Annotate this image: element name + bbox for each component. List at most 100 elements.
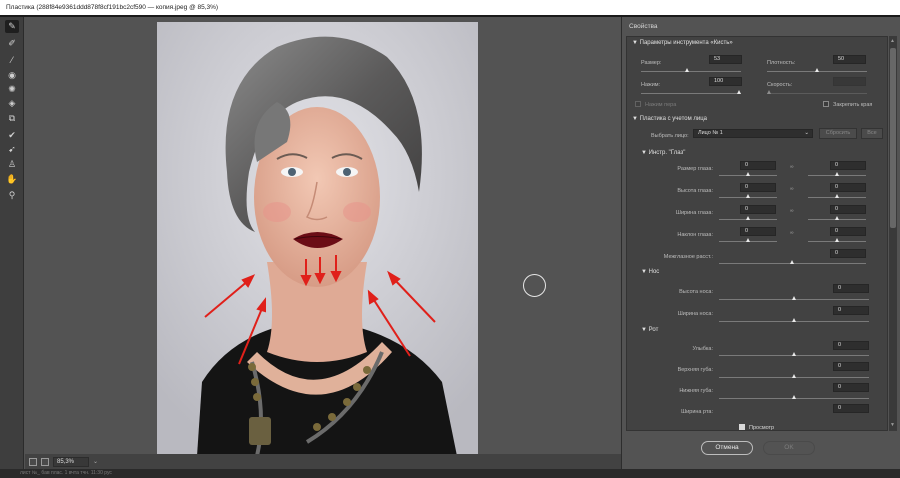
scroll-up-icon[interactable]: ▲ [890, 38, 895, 44]
twirl-tool-icon[interactable]: ◉ [5, 69, 19, 82]
eye-width-right-input[interactable]: 0 [830, 205, 866, 214]
density-slider-thumb[interactable] [815, 68, 819, 72]
slider-thumb[interactable] [835, 194, 839, 198]
slider-thumb[interactable] [746, 216, 750, 220]
rate-slider[interactable] [767, 90, 867, 94]
freeze-mask-tool-icon[interactable]: ✔ [5, 129, 19, 142]
eye-tilt-right-slider[interactable] [808, 238, 866, 242]
nose-height-input[interactable]: 0 [833, 284, 869, 293]
eye-size-right-input[interactable]: 0 [830, 161, 866, 170]
lower-lip-input[interactable]: 0 [833, 383, 869, 392]
density-slider[interactable] [767, 68, 867, 72]
pucker-tool-icon[interactable]: ✺ [5, 83, 19, 96]
scroll-down-icon[interactable]: ▼ [890, 422, 895, 428]
nose-section-header[interactable]: ▼ Нос [641, 269, 659, 275]
face-tool-icon[interactable]: ♙ [5, 158, 19, 171]
ok-button[interactable]: OK [763, 441, 815, 455]
density-input[interactable]: 50 [833, 55, 866, 64]
properties-panel: Свойства ▼ Параметры инструмента «Кисть»… [621, 17, 900, 469]
size-slider[interactable] [641, 68, 741, 72]
preview-image[interactable] [157, 22, 478, 456]
pressure-slider-thumb[interactable] [737, 90, 741, 94]
pin-edges-checkbox[interactable] [823, 101, 829, 107]
all-button[interactable]: Все [861, 128, 883, 139]
slider-thumb[interactable] [792, 318, 796, 322]
zoom-tool-icon[interactable]: ⚲ [5, 189, 19, 202]
zoom-in-button[interactable] [41, 457, 49, 466]
cancel-button[interactable]: Отмена [701, 441, 753, 455]
liquify-window: Пластика (288f84e9361ddd878f8cf191bc2cf5… [0, 0, 900, 478]
scrollbar-thumb[interactable] [890, 48, 896, 228]
link-icon[interactable]: ∞ [790, 164, 794, 170]
bloat-tool-icon[interactable]: ◈ [5, 97, 19, 110]
eyes-section-header[interactable]: ▼ Инстр. "Глаз" [641, 150, 685, 156]
rate-input[interactable] [833, 77, 866, 86]
select-face-dropdown[interactable]: Лицо № 1 ⌄ [693, 129, 813, 138]
properties-scroll-area[interactable]: ▼ Параметры инструмента «Кисть» Размер: … [626, 36, 888, 431]
nose-height-slider[interactable] [719, 296, 869, 300]
reconstruct-tool-icon[interactable]: ✐ [5, 37, 19, 50]
eye-distance-slider[interactable] [719, 260, 866, 264]
pressure-slider[interactable] [641, 90, 741, 94]
rate-slider-thumb[interactable] [767, 90, 771, 94]
slider-thumb[interactable] [746, 194, 750, 198]
eye-height-right-input[interactable]: 0 [830, 183, 866, 192]
stylus-pressure-checkbox[interactable] [635, 101, 641, 107]
slider-thumb[interactable] [746, 172, 750, 176]
upper-lip-input[interactable]: 0 [833, 362, 869, 371]
eye-height-left-input[interactable]: 0 [740, 183, 776, 192]
slider-thumb[interactable] [792, 296, 796, 300]
zoom-out-button[interactable] [29, 457, 37, 466]
eye-size-left-input[interactable]: 0 [740, 161, 776, 170]
eye-tilt-label: Наклон глаза: [677, 232, 713, 238]
smile-slider[interactable] [719, 352, 869, 356]
link-icon[interactable]: ∞ [790, 186, 794, 192]
eye-width-left-input[interactable]: 0 [740, 205, 776, 214]
pressure-input[interactable]: 100 [709, 77, 742, 86]
brush-section-header[interactable]: ▼ Параметры инструмента «Кисть» [632, 40, 733, 46]
thaw-mask-tool-icon[interactable]: ➹ [5, 143, 19, 156]
mouth-width-input[interactable]: 0 [833, 404, 869, 413]
slider-thumb[interactable] [792, 374, 796, 378]
link-icon[interactable]: ∞ [790, 230, 794, 236]
slider-thumb[interactable] [746, 238, 750, 242]
panel-scrollbar[interactable]: ▲ ▼ [889, 36, 897, 431]
preview-checkbox[interactable] [739, 424, 745, 430]
slider-thumb[interactable] [835, 216, 839, 220]
mouth-section-header[interactable]: ▼ Рот [641, 327, 658, 333]
eye-distance-input[interactable]: 0 [830, 249, 866, 258]
eye-width-left-slider[interactable] [719, 216, 777, 220]
eye-tilt-right-input[interactable]: 0 [830, 227, 866, 236]
smile-input[interactable]: 0 [833, 341, 869, 350]
eye-tilt-left-input[interactable]: 0 [740, 227, 776, 236]
eye-height-right-slider[interactable] [808, 194, 866, 198]
slider-thumb[interactable] [835, 172, 839, 176]
size-slider-thumb[interactable] [685, 68, 689, 72]
push-left-tool-icon[interactable]: ⧉ [5, 112, 19, 125]
collapse-triangle-icon: ▼ [641, 150, 647, 156]
size-input[interactable]: 53 [709, 55, 742, 64]
upper-lip-slider[interactable] [719, 374, 869, 378]
zoom-level-field[interactable]: 85,3% [53, 456, 89, 467]
slider-thumb[interactable] [790, 260, 794, 264]
eye-tilt-left-slider[interactable] [719, 238, 777, 242]
nose-width-input[interactable]: 0 [833, 306, 869, 315]
window-title: Пластика (288f84e9361ddd878f8cf191bc2cf5… [0, 0, 900, 15]
zoom-dropdown[interactable]: ⌄ [93, 458, 101, 466]
link-icon[interactable]: ∞ [790, 208, 794, 214]
reset-button[interactable]: Сбросить [819, 128, 857, 139]
hand-tool-icon[interactable]: ✋ [5, 173, 19, 186]
forward-warp-tool-icon[interactable]: ✎ [5, 20, 19, 33]
nose-width-slider[interactable] [719, 318, 869, 322]
eye-height-left-slider[interactable] [719, 194, 777, 198]
eye-size-left-slider[interactable] [719, 172, 777, 176]
smooth-tool-icon[interactable]: ⁄ [5, 53, 19, 66]
lower-lip-slider[interactable] [719, 395, 869, 399]
eye-width-right-slider[interactable] [808, 216, 866, 220]
eye-height-label: Высота глаза: [677, 188, 713, 194]
slider-thumb[interactable] [792, 352, 796, 356]
face-section-header[interactable]: ▼ Пластика с учетом лица [632, 116, 707, 122]
slider-thumb[interactable] [835, 238, 839, 242]
slider-thumb[interactable] [792, 395, 796, 399]
eye-size-right-slider[interactable] [808, 172, 866, 176]
